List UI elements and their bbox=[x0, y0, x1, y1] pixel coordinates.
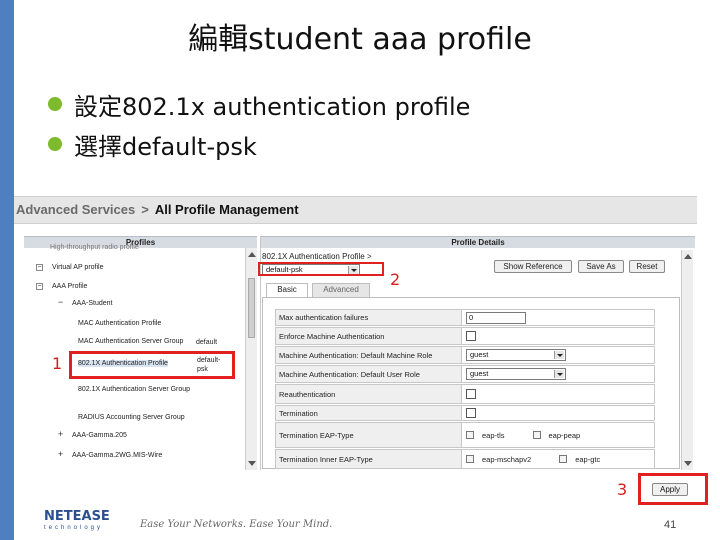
field-label: Enforce Machine Authentication bbox=[276, 328, 462, 344]
field-enforce-machine-auth: Enforce Machine Authentication bbox=[275, 327, 655, 345]
field-label: Reauthentication bbox=[276, 385, 462, 403]
breadcrumb-current-page: All Profile Management bbox=[154, 202, 299, 217]
netease-logo: NETEASE technology bbox=[44, 510, 116, 532]
tree-item-virtual-ap[interactable]: Virtual AP profile bbox=[52, 264, 104, 271]
page-number: 41 bbox=[664, 519, 677, 531]
field-label: Termination EAP-Type bbox=[276, 423, 462, 447]
tree-item-8021x-auth-server-group[interactable]: 802.1X Authentication Server Group bbox=[78, 385, 198, 394]
save-as-button[interactable]: Save As bbox=[578, 260, 624, 273]
tree-item[interactable]: High-throughput radio profile bbox=[50, 244, 139, 251]
termination-checkbox[interactable] bbox=[466, 408, 476, 418]
highlight-box-1 bbox=[69, 351, 235, 379]
bullet-list: 設定802.1x authentication profile 選擇defaul… bbox=[48, 84, 470, 164]
scroll-thumb[interactable] bbox=[248, 278, 255, 338]
tree-item-radius-accounting[interactable]: RADIUS Accounting Server Group bbox=[78, 414, 185, 421]
field-default-machine-role: Machine Authentication: Default Machine … bbox=[275, 346, 655, 364]
annotation-2: 2 bbox=[390, 270, 401, 289]
eap-mschapv2-checkbox[interactable] bbox=[466, 455, 474, 463]
bullet-item: 設定802.1x authentication profile bbox=[48, 84, 470, 124]
scroll-up-icon[interactable] bbox=[684, 254, 692, 259]
chevron-down-icon[interactable] bbox=[554, 370, 564, 378]
slogan-text: Ease Your Networks. Ease Your Mind. bbox=[140, 519, 333, 530]
tree-item-aaa-gamma-205[interactable]: AAA-Gamma.205 bbox=[72, 432, 127, 439]
eap-gtc-checkbox[interactable] bbox=[559, 455, 568, 463]
field-reauthentication: Reauthentication bbox=[275, 384, 655, 404]
option-eap-gtc[interactable]: eap-gtc bbox=[559, 455, 600, 464]
field-termination-eap-type: Termination EAP-Type eap-tls eap-peap bbox=[275, 422, 655, 448]
field-label: Max authentication failures bbox=[276, 310, 462, 325]
field-label: Machine Authentication: Default User Rol… bbox=[276, 366, 462, 382]
highlight-box-2 bbox=[258, 262, 384, 276]
annotation-3: 3 bbox=[617, 480, 628, 499]
collapse-icon[interactable]: − bbox=[36, 264, 43, 271]
field-label: Machine Authentication: Default Machine … bbox=[276, 347, 462, 363]
enforce-machine-auth-checkbox[interactable] bbox=[466, 331, 476, 341]
field-default-user-role: Machine Authentication: Default User Rol… bbox=[275, 365, 655, 383]
breadcrumb-separator: > bbox=[141, 202, 149, 217]
scroll-down-icon[interactable] bbox=[684, 461, 692, 466]
option-eap-peap[interactable]: eap-peap bbox=[532, 430, 581, 440]
option-label: eap-tls bbox=[482, 430, 505, 440]
expand-plus-icon[interactable]: + bbox=[57, 450, 64, 459]
tree-item-aaa-gamma-mis-wire[interactable]: AAA-Gamma.2WG.MIS-Wire bbox=[72, 452, 162, 459]
tree-item-mac-auth-profile[interactable]: MAC Authentication Profile bbox=[78, 320, 161, 327]
tab-advanced[interactable]: Advanced bbox=[312, 283, 370, 297]
option-eap-mschapv2[interactable]: eap-mschapv2 bbox=[466, 455, 531, 464]
reauthentication-checkbox[interactable] bbox=[466, 389, 476, 399]
select-value: guest bbox=[470, 350, 489, 359]
profiles-scrollbar[interactable] bbox=[245, 248, 257, 470]
profile-details-header: Profile Details bbox=[261, 236, 695, 248]
field-max-auth-failures: Max authentication failures 0 bbox=[275, 309, 655, 326]
option-label: eap-gtc bbox=[575, 454, 601, 464]
option-eap-tls[interactable]: eap-tls bbox=[466, 431, 505, 440]
tab-basic[interactable]: Basic bbox=[266, 283, 308, 297]
details-scrollbar[interactable] bbox=[681, 250, 693, 470]
annotation-1: 1 bbox=[52, 354, 63, 373]
left-accent-bar bbox=[0, 0, 14, 540]
collapse-icon[interactable]: − bbox=[36, 283, 43, 290]
option-label: eap-peap bbox=[548, 430, 581, 440]
chevron-down-icon[interactable] bbox=[554, 351, 564, 359]
field-termination: Termination bbox=[275, 405, 655, 421]
field-termination-inner-eap-type: Termination Inner EAP-Type eap-mschapv2 … bbox=[275, 449, 655, 469]
default-user-role-select[interactable]: guest bbox=[466, 368, 566, 380]
tree-item-aaa-profile[interactable]: AAA Profile bbox=[52, 283, 87, 290]
mac-auth-server-group-value: default bbox=[196, 339, 218, 346]
scroll-up-icon[interactable] bbox=[248, 252, 256, 257]
bullet-item: 選擇default-psk bbox=[48, 124, 470, 164]
expand-plus-icon[interactable]: + bbox=[57, 430, 64, 439]
tree-item-aaa-student[interactable]: AAA-Student bbox=[72, 300, 112, 307]
tree-item-mac-auth-server-group[interactable]: MAC Authentication Server Group bbox=[78, 338, 183, 345]
logo-sub-text: technology bbox=[44, 525, 104, 531]
bullet-text: 設定802.1x authentication profile bbox=[74, 92, 471, 121]
reset-button[interactable]: Reset bbox=[629, 260, 665, 273]
eap-tls-checkbox[interactable] bbox=[466, 431, 474, 439]
scroll-down-icon[interactable] bbox=[248, 461, 256, 466]
expand-minus-icon[interactable]: − bbox=[57, 298, 64, 307]
default-machine-role-select[interactable]: guest bbox=[466, 349, 566, 361]
breadcrumb: Advanced Services > All Profile Management bbox=[14, 196, 697, 224]
field-label: Termination Inner EAP-Type bbox=[276, 450, 462, 468]
show-reference-button[interactable]: Show Reference bbox=[494, 260, 572, 273]
highlight-box-3 bbox=[638, 473, 708, 505]
bullet-dot-icon bbox=[48, 97, 62, 111]
max-auth-failures-input[interactable]: 0 bbox=[466, 311, 526, 324]
breadcrumb-section-link[interactable]: Advanced Services bbox=[16, 202, 135, 217]
logo-main-text: NETEASE bbox=[44, 509, 110, 524]
slide-title: 編輯student aaa profile bbox=[188, 22, 532, 57]
bullet-text: 選擇default-psk bbox=[74, 132, 257, 161]
bullet-dot-icon bbox=[48, 137, 62, 151]
profile-details-title: 802.1X Authentication Profile > bbox=[262, 252, 372, 261]
select-value: guest bbox=[470, 369, 489, 378]
eap-peap-checkbox[interactable] bbox=[532, 431, 541, 439]
field-label: Termination bbox=[276, 406, 462, 420]
option-label: eap-mschapv2 bbox=[482, 454, 532, 464]
